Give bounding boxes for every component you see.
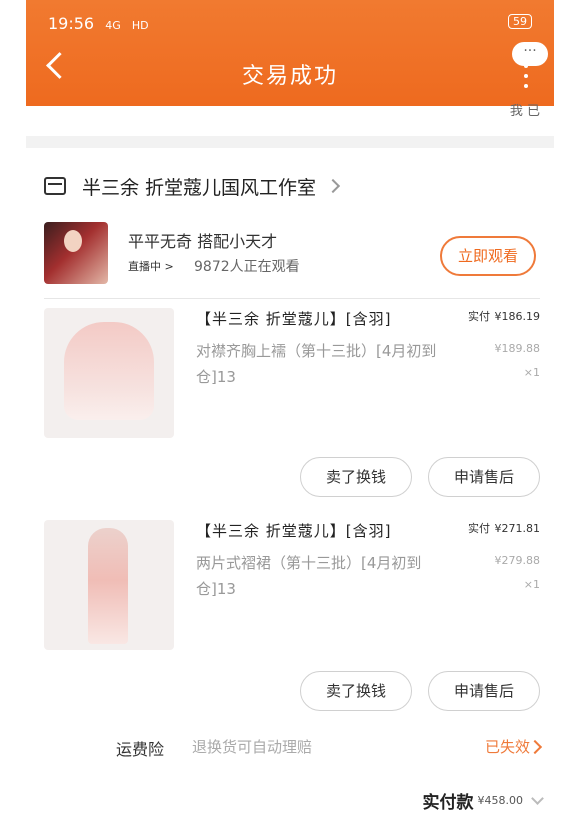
product-title: 【半三余 折堂蔻儿】[含羽] bbox=[196, 310, 392, 328]
more-icon[interactable] bbox=[524, 64, 528, 94]
clipped-text: 我 已 bbox=[509, 104, 540, 119]
total-label: 实付款 bbox=[422, 792, 474, 813]
product-item[interactable]: 【半三余 折堂蔻儿】[含羽] 两片式褶裙（第十三批）[4月初到仓]13 实付 ¥… bbox=[44, 520, 540, 660]
paid-amount: 实付 ¥271.81 bbox=[468, 520, 540, 536]
header-bar: 19:56 4G HD 59 交易成功 ··· bbox=[26, 0, 554, 106]
quantity: ×1 bbox=[523, 578, 540, 591]
shop-name[interactable]: 半三余 折堂蔻儿国风工作室 bbox=[82, 173, 316, 200]
paid-value: ¥186.19 bbox=[494, 310, 541, 323]
network-label: HD bbox=[131, 19, 149, 32]
live-viewers: 9872人正在观看 bbox=[194, 259, 300, 275]
sell-button[interactable]: 卖了换钱 bbox=[300, 671, 412, 711]
divider bbox=[44, 298, 540, 299]
quantity: ×1 bbox=[523, 366, 540, 379]
watch-now-button[interactable]: 立即观看 bbox=[440, 236, 536, 276]
section-divider bbox=[26, 136, 554, 148]
live-thumbnail[interactable] bbox=[44, 222, 108, 284]
paid-amount: 实付 ¥186.19 bbox=[468, 308, 540, 324]
live-host: 平平无奇 搭配小天才 bbox=[128, 232, 278, 251]
insurance-status: 已失效 bbox=[484, 738, 530, 756]
chevron-right-icon bbox=[325, 178, 341, 194]
product-subtitle: 两片式褶裙（第十三批）[4月初到仓]13 bbox=[196, 554, 422, 598]
product-subtitle: 对襟齐胸上襦（第十三批）[4月初到仓]13 bbox=[196, 342, 437, 386]
live-status: 直播中 > bbox=[128, 260, 174, 273]
paid-label: 实付 bbox=[468, 522, 491, 535]
original-price: ¥189.88 bbox=[494, 342, 541, 355]
shop-icon bbox=[44, 177, 66, 195]
insurance-description: 退换货可自动理赔 bbox=[192, 738, 313, 756]
total-amount: ¥458.00 bbox=[477, 793, 524, 807]
product-image[interactable] bbox=[44, 520, 174, 650]
original-price: ¥279.88 bbox=[494, 554, 541, 567]
page-title: 交易成功 bbox=[241, 64, 338, 89]
after-sale-button[interactable]: 申请售后 bbox=[428, 457, 540, 497]
product-image[interactable] bbox=[44, 308, 174, 438]
live-row: 平平无奇 搭配小天才 直播中 > 9872人正在观看 立即观看 bbox=[44, 222, 540, 284]
shop-row[interactable]: 半三余 折堂蔻儿国风工作室 bbox=[44, 172, 341, 200]
sell-button[interactable]: 卖了换钱 bbox=[300, 457, 412, 497]
insurance-label: 运费险 bbox=[116, 740, 165, 759]
more-bubble[interactable]: ··· bbox=[512, 42, 548, 66]
battery-icon: 59 bbox=[508, 14, 532, 29]
product-item[interactable]: 【半三余 折堂蔻儿】[含羽] 对襟齐胸上襦（第十三批）[4月初到仓]13 实付 … bbox=[44, 308, 540, 448]
status-time: 19:56 bbox=[48, 14, 95, 33]
chevron-right-icon bbox=[527, 739, 543, 755]
product-title: 【半三余 折堂蔻儿】[含羽] bbox=[196, 522, 392, 540]
paid-value: ¥271.81 bbox=[494, 522, 541, 535]
shipping-insurance-row[interactable]: 运费险 退换货可自动理赔 已失效 bbox=[44, 732, 543, 760]
status-bar: 19:56 4G HD bbox=[48, 14, 149, 33]
total-row[interactable]: 实付款 ¥458.00 bbox=[422, 786, 544, 814]
after-sale-button[interactable]: 申请售后 bbox=[428, 671, 540, 711]
paid-label: 实付 bbox=[468, 310, 491, 323]
chevron-down-icon[interactable] bbox=[531, 791, 544, 805]
signal-icon: 4G bbox=[105, 19, 121, 32]
